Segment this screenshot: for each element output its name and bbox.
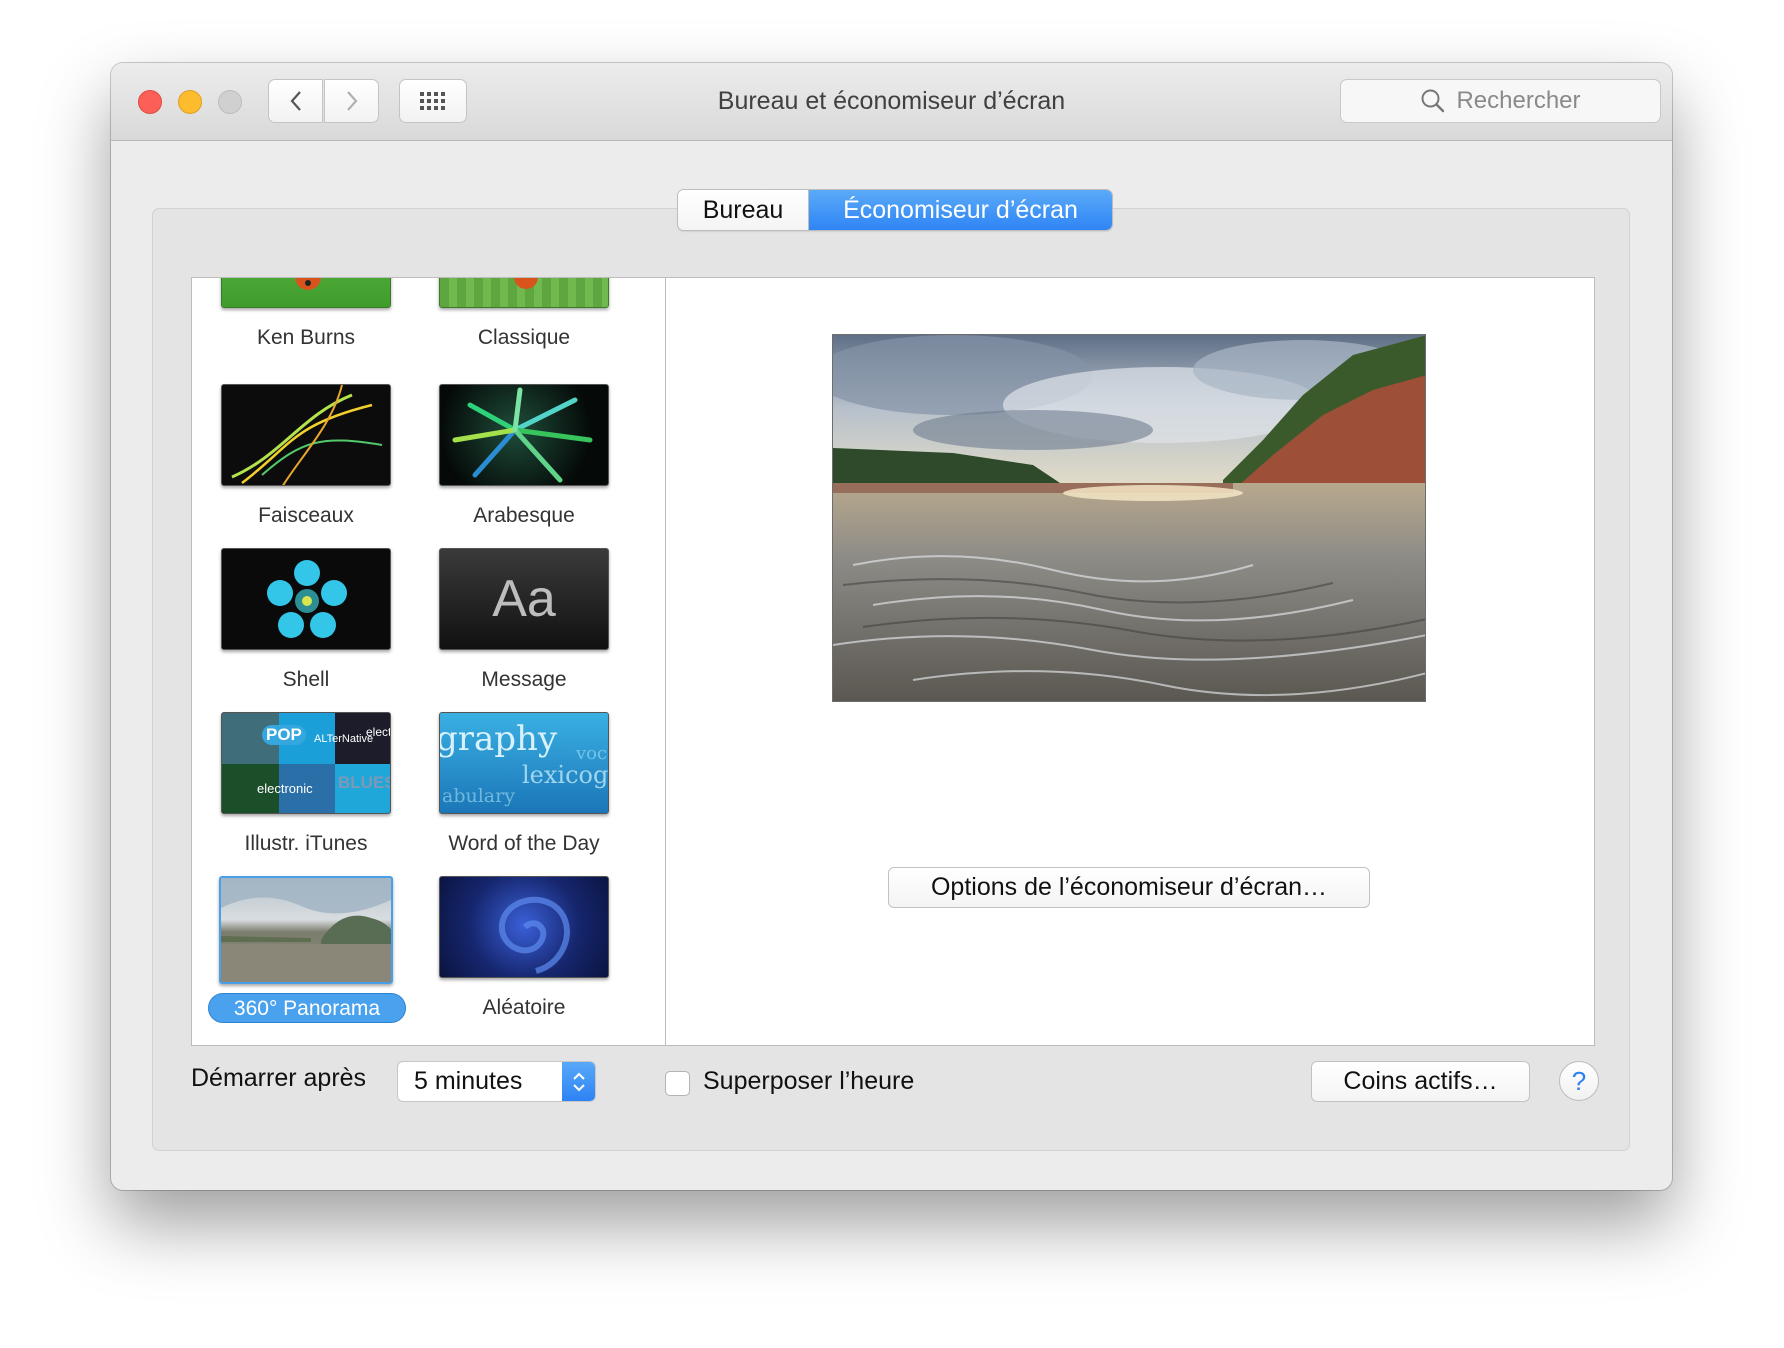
thumbnail-360-panorama [219,876,393,984]
thumbnail-message: Aa [439,548,609,650]
thumbnail-itunes-artwork: POP ALTerNative electronic BLUES electr [221,712,391,814]
tab-bar: Bureau Économiseur d’écran [677,189,1113,231]
screensaver-preview-image [832,334,1426,702]
thumbnail-word: ALTerNative [314,733,374,745]
thumbnail-word: voc [576,743,608,764]
tab-bureau[interactable]: Bureau [678,190,809,230]
screensaver-label: Message [481,668,567,691]
search-placeholder: Rechercher [1456,87,1581,114]
thumbnail-shell [221,548,391,650]
screensaver-label: Illustr. iTunes [244,832,368,855]
screensaver-label: Faisceaux [258,504,354,527]
thumbnail-word: abulary [442,785,515,807]
title-bar: Bureau et économiseur d’écran Rechercher [111,63,1672,141]
tab-economiseur[interactable]: Économiseur d’écran [809,190,1112,230]
thumbnail-word: graphy [439,719,558,759]
screensaver-label: Arabesque [473,504,575,527]
updown-chevron-icon [562,1062,595,1101]
show-clock-label[interactable]: Superposer l’heure [703,1067,914,1096]
system-preferences-window: Bureau et économiseur d’écran Rechercher… [111,63,1672,1190]
screensaver-list[interactable]: Ken Burns Classique Faisceaux Arabesque … [191,277,666,1046]
thumbnail-word: electr [366,725,390,739]
screensaver-label: Aléatoire [482,996,566,1019]
thumbnail-ken-burns [221,278,391,308]
thumbnail-arabesque [439,384,609,486]
search-field[interactable]: Rechercher [1340,79,1661,123]
thumbnail-classique [439,278,609,308]
search-icon [1421,89,1445,113]
help-button[interactable]: ? [1559,1061,1599,1101]
screensaver-options-button[interactable]: Options de l’économiseur d’écran… [888,867,1370,908]
screensaver-label: 360° Panorama [208,993,406,1023]
thumbnail-word-of-the-day: graphy lexicog abulary voc [439,712,609,814]
hot-corners-button[interactable]: Coins actifs… [1311,1061,1530,1102]
thumbnail-random [439,876,609,978]
start-after-value: 5 minutes [414,1067,523,1095]
screensaver-label: Word of the Day [448,832,600,855]
screensaver-label: Ken Burns [256,326,356,349]
thumbnail-text: Aa [492,570,556,628]
screensaver-label: Shell [282,668,330,691]
start-after-select[interactable]: 5 minutes [397,1061,596,1102]
thumbnail-word: POP [262,725,306,745]
thumbnail-word: BLUES [338,773,391,792]
show-clock-checkbox[interactable] [665,1071,690,1096]
screensaver-label: Classique [477,326,571,349]
start-after-label: Démarrer après [191,1064,367,1092]
thumbnail-faisceaux [221,384,391,486]
preview-pane: Options de l’économiseur d’écran… [666,277,1595,1046]
thumbnail-word: lexicog [522,761,609,789]
thumbnail-word: electronic [257,781,313,796]
